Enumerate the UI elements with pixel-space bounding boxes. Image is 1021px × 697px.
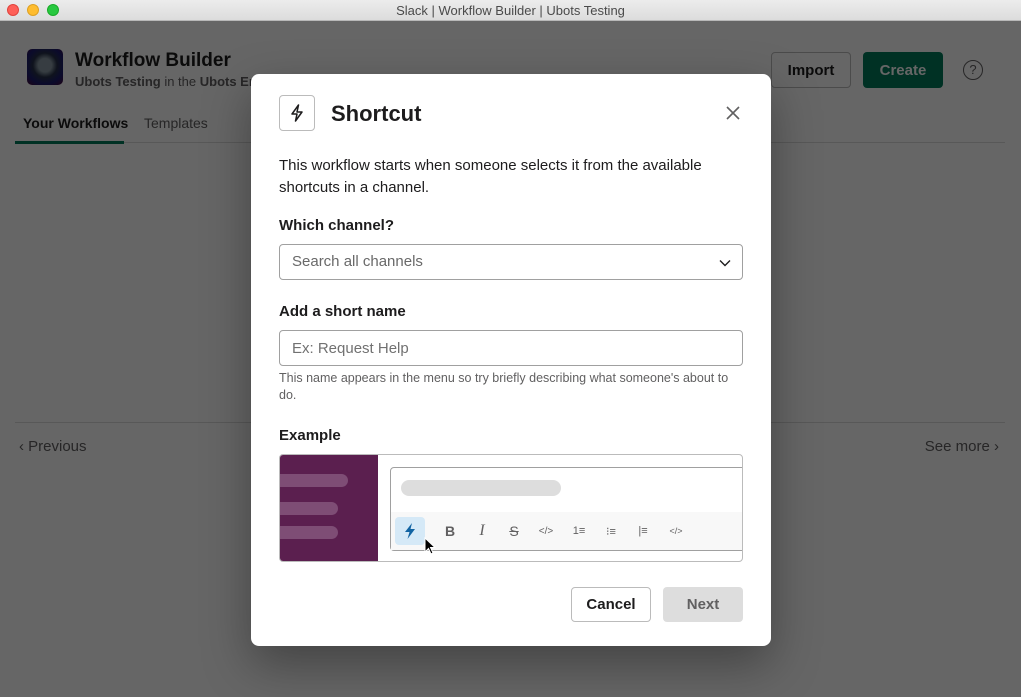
modal-title: Shortcut <box>331 101 422 126</box>
code-icon: </> <box>538 525 554 537</box>
example-sidebar-item <box>280 526 338 539</box>
window-close-button[interactable] <box>7 4 19 16</box>
short-name-hint: This name appears in the menu so try bri… <box>279 371 729 402</box>
window-titlebar: Slack | Workflow Builder | Ubots Testing <box>0 0 1021 21</box>
example-message-placeholder <box>401 480 561 496</box>
window-maximize-button[interactable] <box>47 4 59 16</box>
window-minimize-button[interactable] <box>27 4 39 16</box>
example-sidebar-item <box>280 502 338 515</box>
channel-select-placeholder: Search all channels <box>292 253 423 270</box>
strikethrough-icon: S <box>509 523 519 539</box>
next-button[interactable]: Next <box>663 587 743 622</box>
short-name-label: Add a short name <box>279 303 406 320</box>
example-composer: B I S </> 1≡ ⁝≡ |≡ </> <box>390 467 742 555</box>
bulleted-list-icon: ⁝≡ <box>606 525 616 538</box>
example-toolbar: B I S </> 1≡ ⁝≡ |≡ </> <box>391 512 742 555</box>
cancel-button[interactable]: Cancel <box>571 587 651 622</box>
italic-icon: I <box>479 522 485 539</box>
chevron-down-icon <box>719 260 731 267</box>
channel-select[interactable]: Search all channels <box>279 244 743 280</box>
channel-label: Which channel? <box>279 217 395 234</box>
shortcut-modal: Shortcut This workflow starts when someo… <box>251 74 771 646</box>
window-title: Slack | Workflow Builder | Ubots Testing <box>396 3 625 18</box>
blockquote-icon: |≡ <box>638 525 648 537</box>
example-sidebar <box>280 455 378 561</box>
close-icon[interactable] <box>721 101 745 125</box>
bold-icon: B <box>444 523 456 539</box>
example-preview: B I S </> 1≡ ⁝≡ |≡ </> <box>279 454 743 562</box>
modal-description: This workflow starts when someone select… <box>279 157 702 196</box>
example-sidebar-item <box>280 474 348 487</box>
ordered-list-icon: 1≡ <box>572 525 586 537</box>
lightning-bolt-icon <box>279 95 315 131</box>
code-block-icon: </> <box>669 526 683 536</box>
shortcuts-icon <box>395 517 436 555</box>
short-name-input[interactable] <box>279 330 743 366</box>
example-label: Example <box>279 427 341 444</box>
